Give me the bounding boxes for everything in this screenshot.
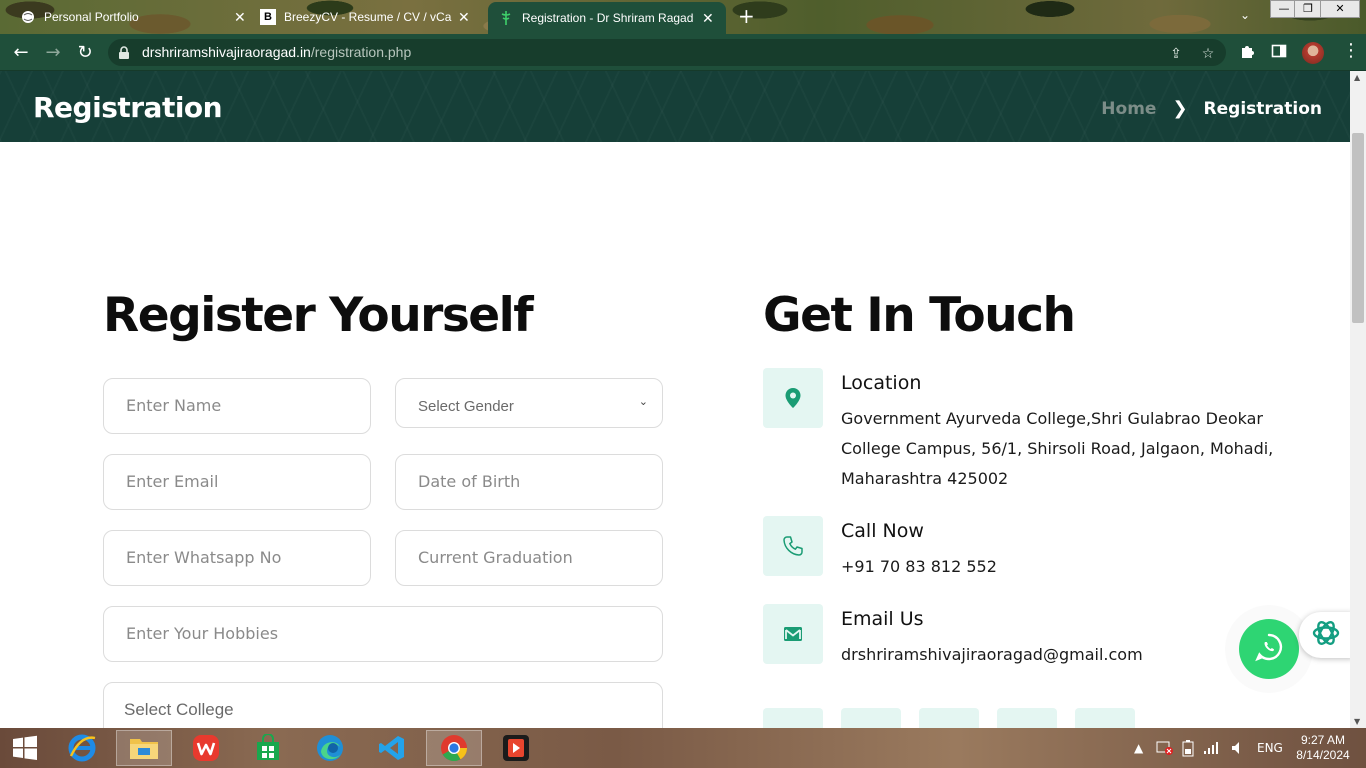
media-player-icon[interactable] [488,730,544,766]
name-input[interactable]: Enter Name [103,378,371,434]
chevron-right-icon: ❯ [1172,98,1188,119]
tab-registration[interactable]: Registration - Dr Shriram Ragad ✕ [488,2,726,34]
forward-arrow-icon[interactable]: → [42,42,64,64]
vscode-icon[interactable] [364,730,420,766]
new-tab-button[interactable]: + [738,6,755,26]
lock-icon [118,45,132,59]
form-heading: Register Yourself [103,288,534,343]
extensions-puzzle-icon[interactable] [1237,43,1257,63]
page-banner: Registration Home ❯ Registration [0,71,1350,142]
network-error-icon[interactable] [1156,728,1174,768]
address-bar[interactable]: drshriramshivajiraoragad.in/registration… [108,39,1226,66]
name-placeholder: Enter Name [126,396,222,415]
breadcrumb-home-link[interactable]: Home [1101,99,1156,119]
close-icon[interactable]: ✕ [458,9,470,26]
graduation-placeholder: Current Graduation [418,548,573,567]
tab-personal-portfolio[interactable]: Personal Portfolio ✕ [10,2,256,32]
scroll-up-icon[interactable]: ▲ [1354,73,1360,82]
share-icon[interactable]: ⇪ [1168,46,1184,62]
show-hidden-icons[interactable]: ▲ [1134,728,1143,768]
email-value[interactable]: drshriramshivajiraoragad@gmail.com [841,640,1281,670]
windows-taskbar: ▲ ENG 9:27 AM 8/14/2024 [0,728,1366,768]
internet-explorer-icon[interactable] [54,730,110,766]
clock-date: 8/14/2024 [1296,748,1350,762]
gender-select[interactable]: Select Gender ⌄ [395,378,663,428]
whatsapp-input[interactable]: Enter Whatsapp No [103,530,371,586]
dob-input[interactable]: Date of Birth [395,454,663,510]
scroll-down-icon[interactable]: ▼ [1354,717,1360,726]
hobbies-placeholder: Enter Your Hobbies [126,624,279,643]
call-label: Call Now [841,520,924,542]
location-label: Location [841,372,922,394]
chatgpt-float-button[interactable] [1299,612,1350,658]
tab-breezycv[interactable]: B BreezyCV - Resume / CV / vCard ✕ [250,2,480,32]
reload-icon[interactable]: ↻ [74,42,96,64]
wps-office-icon[interactable] [178,730,234,766]
location-pin-icon [763,368,823,428]
whatsapp-icon [1254,632,1284,666]
social-youtube-button[interactable] [1075,708,1135,728]
social-facebook-button[interactable] [763,708,823,728]
email-label: Email Us [841,608,924,630]
tab-title: BreezyCV - Resume / CV / vCard [284,10,452,24]
browser-menu-icon[interactable]: ⋮ [1342,40,1360,61]
breadcrumb-current: Registration [1203,98,1322,119]
b-logo-icon: B [260,9,276,25]
social-linkedin-button[interactable] [997,708,1057,728]
contact-heading: Get In Touch [763,288,1076,343]
url-path: /registration.php [310,44,412,60]
tab-search-icon[interactable]: ⌄ [1240,8,1250,22]
wifi-signal-icon[interactable] [1203,728,1219,768]
windows-start-icon[interactable] [0,730,50,766]
side-panel-icon[interactable] [1269,43,1289,63]
file-explorer-icon[interactable] [116,730,172,766]
hobbies-input[interactable]: Enter Your Hobbies [103,606,663,662]
page-title: Registration [33,91,223,124]
page-viewport: Registration Home ❯ Registration Registe… [0,71,1350,728]
clock-time: 9:27 AM [1300,733,1346,747]
caduceus-icon [498,10,514,26]
tab-title: Registration - Dr Shriram Ragad [522,11,694,25]
social-twitter-button[interactable] [841,708,901,728]
browser-tab-strip: Personal Portfolio ✕ B BreezyCV - Resume… [0,0,1366,34]
browser-toolbar: ← → ↻ drshriramshivajiraoragad.in/regist… [0,34,1366,71]
microsoft-store-icon[interactable] [240,730,296,766]
email-input[interactable]: Enter Email [103,454,371,510]
battery-icon[interactable] [1181,728,1195,768]
dob-placeholder: Date of Birth [418,472,521,491]
input-language[interactable]: ENG [1257,728,1283,768]
breadcrumb: Home ❯ Registration [1101,98,1322,119]
bookmark-star-icon[interactable]: ☆ [1200,46,1216,62]
social-instagram-button[interactable] [919,708,979,728]
taskbar-clock[interactable]: 9:27 AM 8/14/2024 [1290,733,1356,763]
whatsapp-placeholder: Enter Whatsapp No [126,548,282,567]
window-close-button[interactable]: ✕ [1320,0,1360,18]
tab-title: Personal Portfolio [44,10,139,24]
scrollbar-thumb[interactable] [1352,133,1364,323]
close-icon[interactable]: ✕ [702,10,714,27]
close-icon[interactable]: ✕ [234,9,246,26]
page-scrollbar[interactable]: ▲ ▼ [1350,71,1366,728]
location-value: Government Ayurveda College,Shri Gulabra… [841,409,1274,488]
back-arrow-icon[interactable]: ← [10,42,32,64]
mail-icon [763,604,823,664]
email-placeholder: Enter Email [126,472,219,491]
college-select[interactable]: Select College [103,682,663,728]
chatgpt-logo-icon [1310,617,1342,653]
profile-avatar[interactable] [1302,42,1324,64]
call-value[interactable]: +91 70 83 812 552 [841,552,1281,582]
phone-icon [763,516,823,576]
google-chrome-icon[interactable] [426,730,482,766]
url-text: drshriramshivajiraoragad.in/registration… [142,44,411,60]
college-placeholder: Select College [124,700,234,719]
chevron-down-icon: ⌄ [638,395,648,408]
restore-button[interactable]: ❐ [1294,0,1322,18]
url-domain: drshriramshivajiraoragad.in [142,44,311,60]
whatsapp-float-button[interactable] [1239,619,1299,679]
microsoft-edge-icon[interactable] [302,730,358,766]
volume-icon[interactable] [1231,728,1245,768]
graduation-input[interactable]: Current Graduation [395,530,663,586]
globe-icon [20,9,36,25]
gender-placeholder: Select Gender [418,398,514,415]
